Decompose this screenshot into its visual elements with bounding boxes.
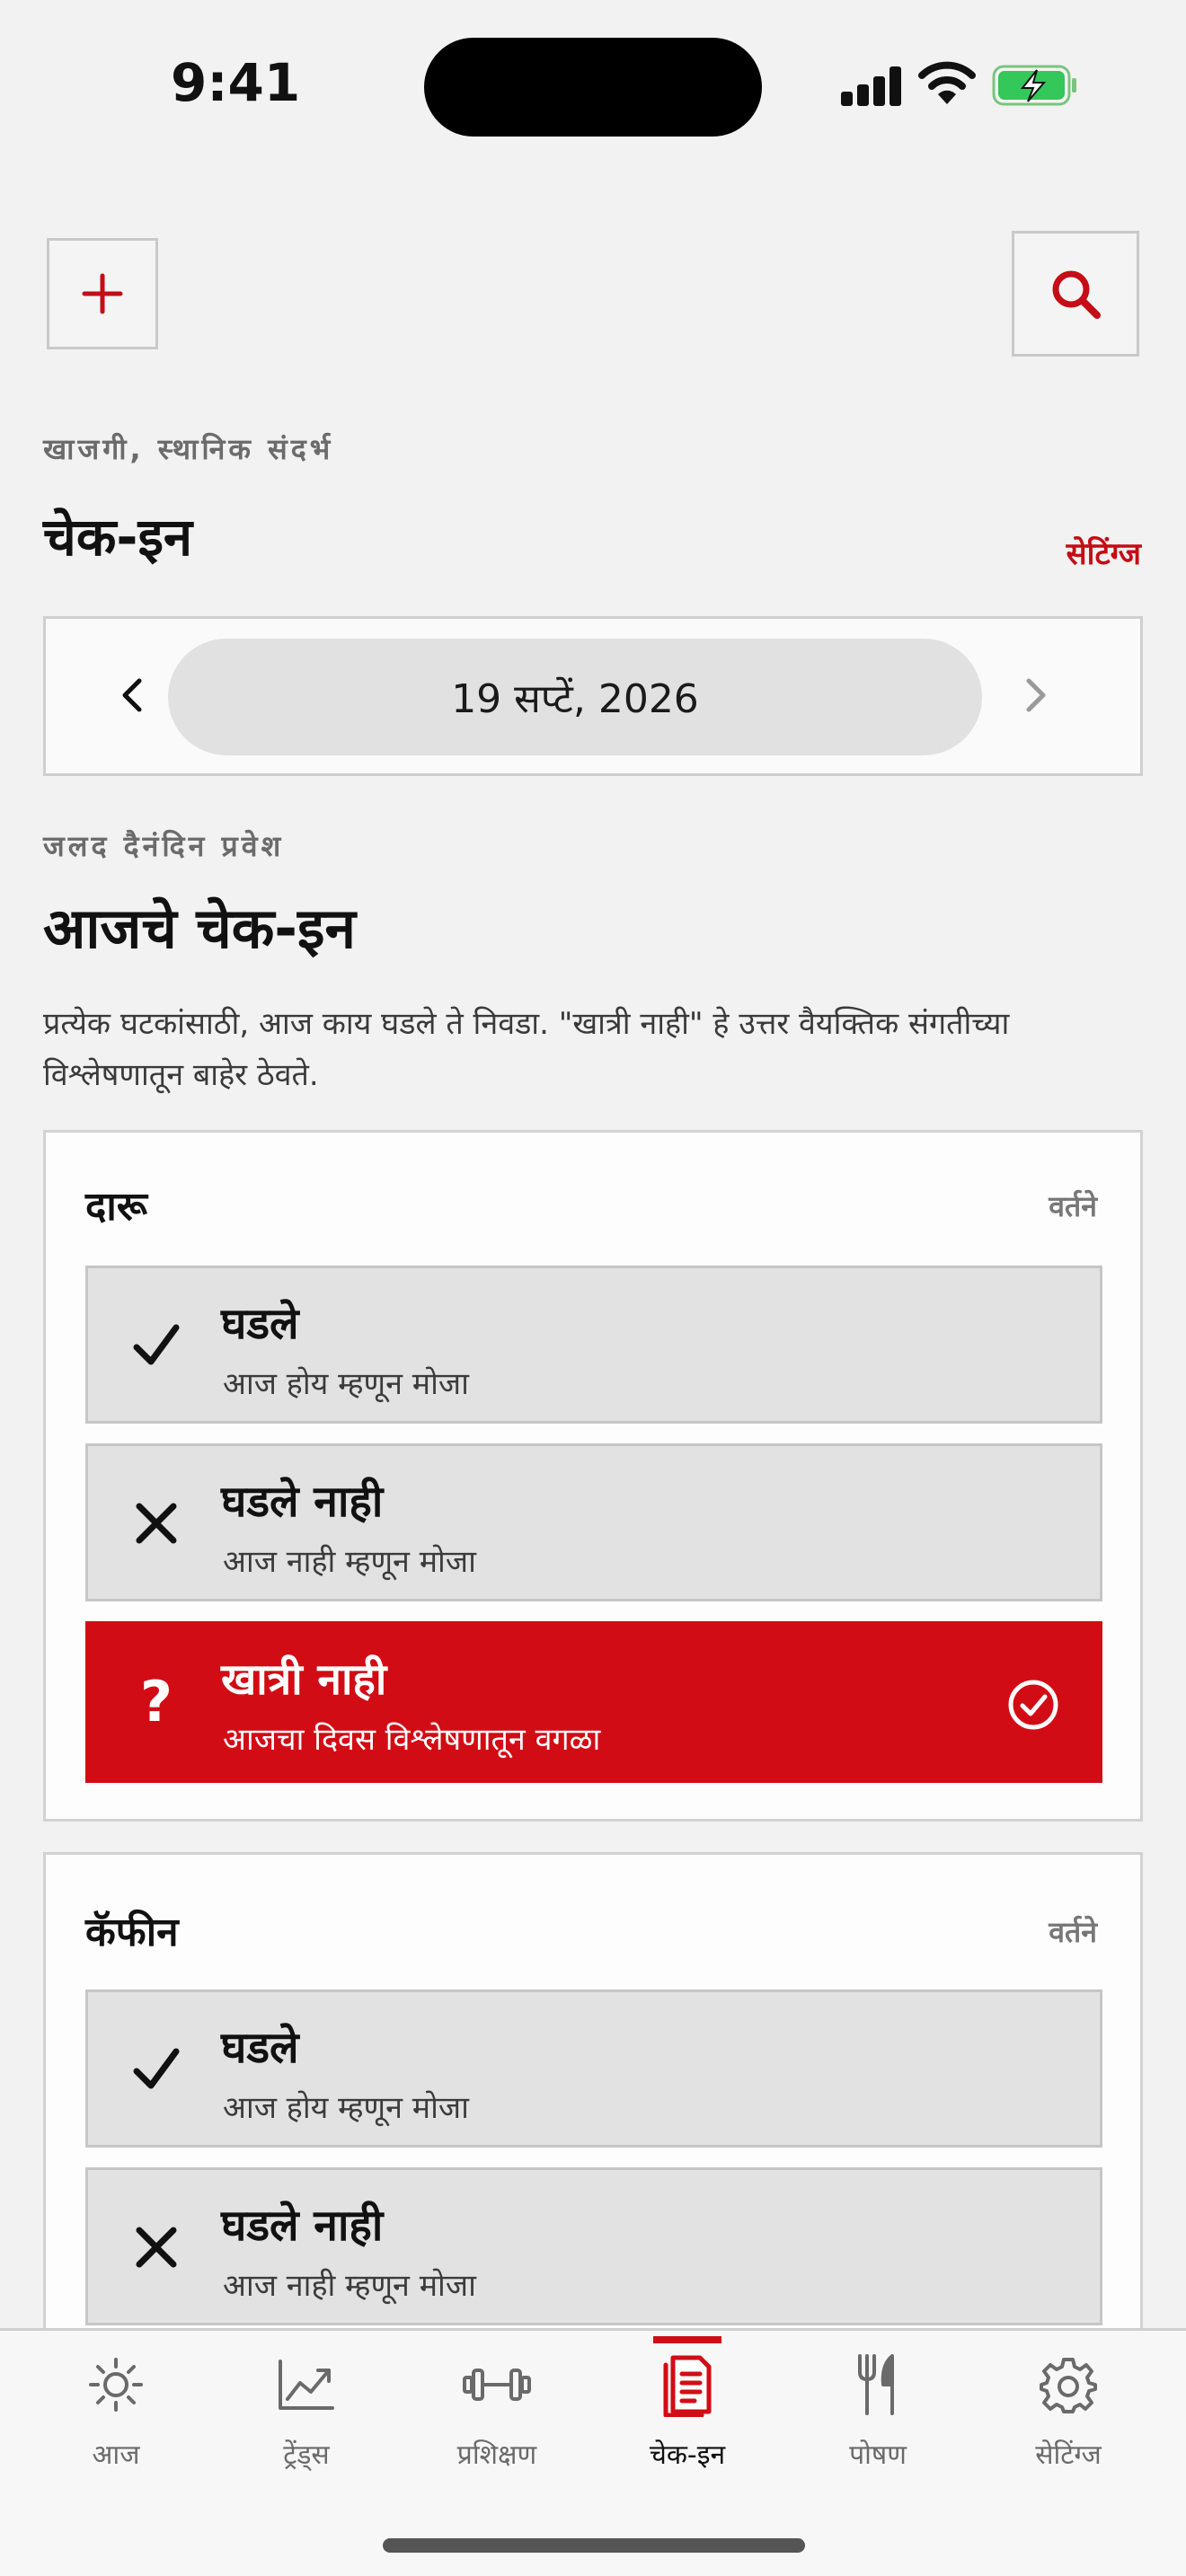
option-title: खात्री नाही [221, 1654, 387, 1705]
plus-icon [82, 273, 123, 314]
factor-card-alcohol: दारू वर्तने घडले आज होय म्हणून मोजा घडले… [43, 1130, 1143, 1822]
x-icon [124, 2215, 189, 2280]
tab-label: चेक-इन [649, 2439, 726, 2471]
factor-name: कॅफीन [85, 1910, 179, 1955]
date-selector: 19 सप्टें, 2026 [43, 616, 1143, 776]
option-subtitle: आजचा दिवस विश्लेषणातून वगळा [223, 1722, 601, 1758]
cellular-signal-icon [841, 65, 902, 106]
section-description: प्रत्येक घटकांसाठी, आज काय घडले ते निवडा… [43, 1006, 1010, 1093]
checkmark-icon [124, 1313, 189, 1378]
search-button[interactable] [1012, 231, 1139, 357]
tab-label: प्रशिक्षण [456, 2439, 537, 2471]
option-title: घडले [221, 2023, 299, 2073]
sun-icon [80, 2349, 152, 2421]
next-day-button[interactable] [1004, 664, 1067, 727]
option-did-not-happen[interactable]: घडले नाही आज नाही म्हणून मोजा [85, 2167, 1102, 2325]
page-eyebrow: खाजगी, स्थानिक संदर्भ [43, 432, 334, 466]
option-title: घडले नाही [221, 1477, 384, 1527]
trend-chart-icon [270, 2349, 342, 2421]
tab-checkin[interactable]: चेक-इन [593, 2331, 782, 2510]
question-icon: ? [140, 1668, 173, 1734]
dumbbell-icon [461, 2349, 533, 2421]
status-bar: 9:41 [0, 0, 1186, 171]
chevron-right-icon [1026, 678, 1046, 712]
tab-today[interactable]: आज [22, 2331, 210, 2510]
tab-training[interactable]: प्रशिक्षण [403, 2331, 591, 2510]
chevron-left-icon [122, 678, 142, 712]
section-title: आजचे चेक-इन [43, 895, 356, 961]
option-not-sure[interactable]: ? खात्री नाही आजचा दिवस विश्लेषणातून वगळ… [85, 1621, 1102, 1783]
gear-icon [1032, 2349, 1104, 2421]
tab-label: सेटिंग्ज [1035, 2439, 1102, 2471]
tab-label: पोषण [849, 2439, 907, 2471]
wifi-icon [918, 61, 976, 104]
option-happened[interactable]: घडले आज होय म्हणून मोजा [85, 1989, 1102, 2148]
search-icon [1052, 270, 1101, 319]
factor-name: दारू [85, 1184, 147, 1230]
factor-card-caffeine: कॅफीन वर्तने घडले आज होय म्हणून मोजा घडल… [43, 1852, 1143, 2391]
option-subtitle: आज नाही म्हणून मोजा [223, 2268, 476, 2304]
option-did-not-happen[interactable]: घडले नाही आज नाही म्हणून मोजा [85, 1443, 1102, 1601]
add-button[interactable] [47, 238, 158, 349]
option-subtitle: आज नाही म्हणून मोजा [223, 1544, 476, 1580]
tab-nutrition[interactable]: पोषण [783, 2331, 972, 2510]
status-time: 9:41 [171, 52, 301, 113]
option-title: घडले नाही [221, 2201, 384, 2251]
selected-check-circle-icon [1008, 1680, 1058, 1730]
date-picker-button[interactable]: 19 सप्टें, 2026 [168, 639, 982, 755]
page-title: चेक-इन [43, 507, 193, 568]
selected-date: 19 सप्टें, 2026 [451, 676, 699, 722]
previous-day-button[interactable] [102, 664, 164, 727]
battery-charging-icon [992, 65, 1076, 106]
dynamic-island [424, 38, 762, 137]
tab-settings[interactable]: सेटिंग्ज [974, 2331, 1163, 2510]
active-tab-indicator [653, 2336, 721, 2343]
tab-label: आज [92, 2439, 140, 2471]
checkmark-icon [124, 2037, 189, 2102]
option-title: घडले [221, 1299, 299, 1349]
option-subtitle: आज होय म्हणून मोजा [223, 2090, 469, 2126]
settings-link[interactable]: सेटिंग्ज [1067, 532, 1141, 573]
tab-label: ट्रेंड्स [283, 2439, 330, 2471]
option-subtitle: आज होय म्हणून मोजा [223, 1366, 469, 1402]
home-indicator [383, 2538, 805, 2553]
factor-tag: वर्तने [1049, 1915, 1097, 1949]
factor-tag: वर्तने [1049, 1189, 1097, 1223]
clipboard-icon [651, 2349, 723, 2421]
section-eyebrow: जलद दैनंदिन प्रवेश [43, 829, 285, 863]
x-icon [124, 1491, 189, 1556]
option-happened[interactable]: घडले आज होय म्हणून मोजा [85, 1266, 1102, 1424]
fork-knife-icon [842, 2349, 914, 2421]
tab-trends[interactable]: ट्रेंड्स [212, 2331, 401, 2510]
